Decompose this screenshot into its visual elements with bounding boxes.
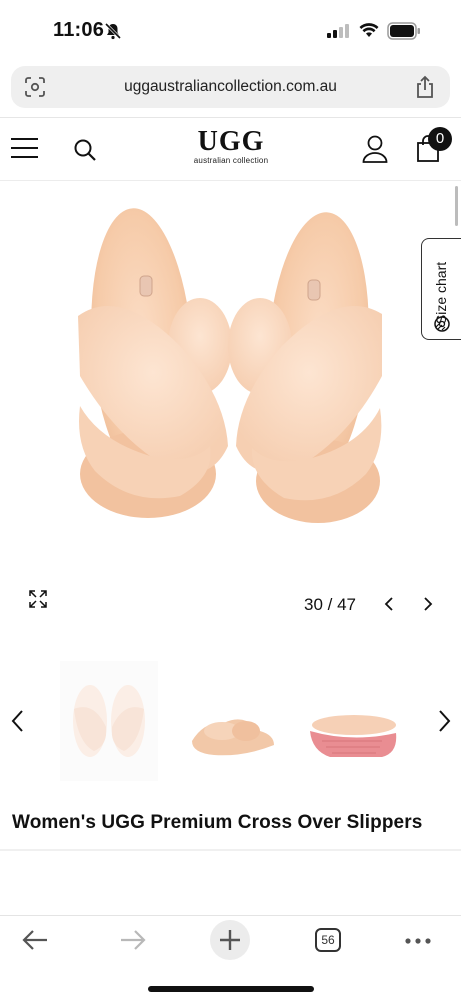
battery-icon	[387, 22, 420, 40]
ruler-tape-icon	[434, 316, 450, 332]
logo-tagline: australian collection	[193, 156, 269, 165]
thumbnail-item[interactable]	[60, 661, 158, 781]
thumbnail-slippers-sole-view	[310, 715, 397, 757]
cellular-signal-icon	[327, 24, 349, 38]
thumbnail-item[interactable]	[184, 661, 282, 781]
thumbnail-slippers-top-view	[73, 685, 145, 757]
divider	[0, 849, 461, 851]
address-bar[interactable]: uggaustraliancollection.com.au	[11, 66, 450, 108]
scrollbar[interactable]	[455, 186, 458, 226]
size-chart-tab[interactable]: Size chart	[421, 238, 461, 340]
thumbnail-item[interactable]	[302, 661, 400, 781]
more-icon[interactable]	[405, 938, 431, 944]
thumbnail-slippers-side-view	[192, 719, 274, 756]
tabs-button[interactable]: 56	[315, 928, 341, 952]
chevron-right-icon[interactable]	[422, 596, 434, 612]
ugg-logo[interactable]: UGG australian collection	[186, 126, 276, 166]
url-text[interactable]: uggaustraliancollection.com.au	[11, 78, 450, 96]
new-tab-button[interactable]	[210, 920, 250, 960]
back-arrow-icon[interactable]	[22, 929, 48, 951]
logo-wordmark: UGG	[197, 126, 265, 157]
browser-toolbar: 56	[0, 915, 461, 1000]
site-header: UGG australian collection	[0, 117, 461, 181]
bell-muted-icon	[104, 22, 122, 40]
search-icon[interactable]	[73, 138, 97, 162]
cart-count-badge[interactable]: 0	[428, 127, 452, 151]
product-title: Women's UGG Premium Cross Over Slippers	[12, 812, 423, 833]
share-icon[interactable]	[415, 75, 435, 99]
wifi-icon	[359, 23, 379, 37]
expand-icon[interactable]	[29, 590, 47, 608]
image-counter: 30 / 47	[304, 595, 356, 614]
chevron-left-icon[interactable]	[383, 596, 395, 612]
menu-icon[interactable]	[11, 137, 38, 159]
product-main-image[interactable]	[60, 196, 400, 536]
home-indicator	[148, 986, 314, 992]
forward-arrow-icon[interactable]	[120, 929, 146, 951]
thumbnail-prev-icon[interactable]	[10, 709, 26, 733]
status-time: 11:06	[53, 19, 105, 41]
plus-icon	[220, 930, 240, 950]
thumbnail-next-icon[interactable]	[436, 709, 452, 733]
account-icon[interactable]	[362, 135, 388, 163]
status-bar: 11:06	[0, 0, 461, 62]
